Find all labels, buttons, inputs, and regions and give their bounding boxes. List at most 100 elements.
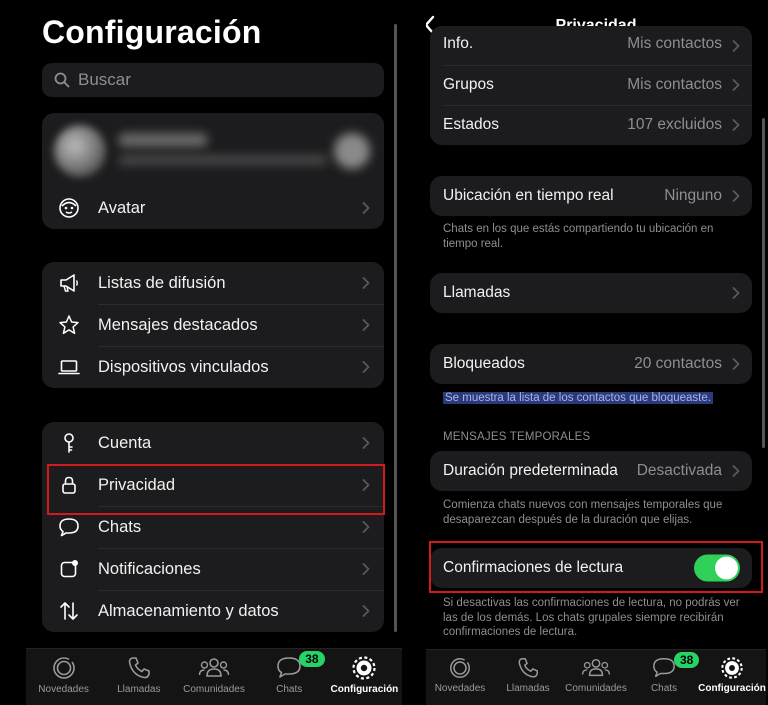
row-value: Mis contactos — [627, 76, 722, 93]
location-note: Chats en los que estás compartiendo tu u… — [443, 223, 714, 250]
search-input[interactable] — [78, 70, 358, 90]
row-label: Almacenamiento y datos — [98, 601, 279, 620]
qr-button-blurred[interactable] — [334, 133, 370, 169]
duration-note: Comienza chats nuevos con mensajes tempo… — [443, 499, 723, 526]
row-value: Ninguno — [664, 187, 722, 204]
notifications-row[interactable]: Notificaciones — [42, 548, 384, 590]
settings-icon — [352, 656, 377, 680]
tab-label: Comunidades — [183, 684, 245, 695]
search-icon — [54, 72, 70, 88]
blocked-note: Se muestra la lista de los contactos que… — [443, 391, 748, 406]
row-value: 107 excluidos — [627, 116, 722, 133]
scrollbar[interactable] — [762, 118, 765, 448]
linked-devices-row[interactable]: Dispositivos vinculados — [42, 346, 384, 388]
blocked-row[interactable]: Bloqueados 20 contactos — [430, 344, 752, 384]
community-icon — [198, 658, 230, 677]
status-icon — [450, 658, 470, 678]
row-label: Bloqueados — [443, 355, 525, 372]
live-location-row[interactable]: Ubicación en tiempo real Ninguno — [430, 176, 752, 216]
tab-label: Llamadas — [117, 684, 161, 695]
status-icon — [52, 657, 75, 679]
notification-icon — [58, 558, 80, 580]
profile-photo — [54, 125, 106, 177]
search-bar[interactable] — [42, 63, 384, 97]
chat-bubble-icon — [58, 516, 80, 538]
privacy-highlight-box — [47, 464, 385, 515]
temp-messages-section-header: MENSAJES TEMPORALES — [443, 431, 591, 443]
phone-icon — [518, 658, 538, 678]
chevron-right-icon — [732, 190, 740, 202]
calls-row[interactable]: Llamadas — [430, 273, 752, 313]
starred-messages-row[interactable]: Mensajes destacados — [42, 304, 384, 346]
phone-icon — [128, 657, 150, 679]
tab-label: Chats — [276, 684, 303, 695]
chevron-right-icon — [362, 202, 370, 214]
chevron-right-icon — [362, 277, 370, 289]
tab-comunidades[interactable]: Comunidades — [176, 649, 251, 705]
blocked-group: Bloqueados 20 contactos — [430, 344, 752, 384]
profile-group: Avatar — [42, 113, 384, 229]
laptop-icon — [58, 356, 80, 378]
tab-novedades[interactable]: Novedades — [26, 649, 101, 705]
key-icon — [58, 432, 80, 454]
status-row[interactable]: Estados 107 excluidos — [430, 105, 752, 145]
profile-card[interactable] — [42, 113, 384, 187]
broadcast-lists-row[interactable]: Listas de difusión — [42, 262, 384, 304]
chevron-right-icon — [362, 605, 370, 617]
settings-icon — [721, 657, 743, 679]
tab-configuracion[interactable]: Configuración — [327, 649, 402, 705]
tab-chats[interactable]: 38 Chats — [630, 650, 700, 705]
tab-label: Configuración — [330, 684, 399, 695]
tab-label: Novedades — [38, 684, 89, 695]
settings-screen: Configuración Avatar Listas de difusión — [26, 0, 402, 705]
storage-row[interactable]: Almacenamiento y datos — [42, 590, 384, 632]
community-icon — [581, 658, 611, 677]
temp-messages-group: Duración predeterminada Desactivada — [430, 451, 752, 491]
chevron-right-icon — [732, 119, 740, 131]
row-label: Listas de difusión — [98, 273, 226, 292]
chevron-right-icon — [362, 437, 370, 449]
default-duration-row[interactable]: Duración predeterminada Desactivada — [430, 451, 752, 491]
row-label: Mensajes destacados — [98, 315, 258, 334]
chevron-right-icon — [732, 358, 740, 370]
groups-row[interactable]: Grupos Mis contactos — [430, 65, 752, 105]
calls-group: Llamadas — [430, 273, 752, 313]
tab-label: Chats — [650, 683, 678, 694]
row-label: Notificaciones — [98, 559, 201, 578]
chevron-right-icon — [362, 361, 370, 373]
privacy-screen: Privacidad Info. Mis contactos Grupos Mi… — [426, 0, 766, 705]
chevron-right-icon — [732, 79, 740, 91]
row-label: Cuenta — [98, 433, 152, 452]
tab-configuracion[interactable]: Configuración — [698, 650, 766, 705]
chevron-right-icon — [362, 563, 370, 575]
avatar-row[interactable]: Avatar — [42, 187, 384, 229]
tab-bar: Novedades Llamadas Comunidades 38 Chats … — [426, 649, 766, 705]
tab-label: Llamadas — [506, 683, 550, 694]
read-receipts-highlight-box — [429, 541, 763, 593]
settings-group: Cuenta Privacidad Chats Notificaciones A… — [42, 422, 384, 632]
arrows-updown-icon — [58, 600, 80, 622]
tab-llamadas[interactable]: Llamadas — [494, 650, 562, 705]
chevron-right-icon — [732, 39, 740, 52]
chevron-right-icon — [732, 465, 740, 477]
scrollbar[interactable] — [394, 24, 397, 632]
account-row[interactable]: Cuenta — [42, 422, 384, 464]
avatar-icon — [58, 197, 80, 219]
row-label: Ubicación en tiempo real — [443, 187, 614, 204]
tab-comunidades[interactable]: Comunidades — [562, 650, 630, 705]
tab-llamadas[interactable]: Llamadas — [101, 649, 176, 705]
row-label: Duración predeterminada — [443, 462, 618, 479]
row-label: Dispositivos vinculados — [98, 357, 269, 376]
row-value: 20 contactos — [634, 355, 722, 372]
tab-label: Configuración — [698, 683, 766, 694]
row-label: Info. — [443, 35, 474, 52]
info-row[interactable]: Info. Mis contactos — [430, 26, 752, 65]
tab-novedades[interactable]: Novedades — [426, 650, 494, 705]
megaphone-icon — [58, 272, 80, 294]
tab-chats[interactable]: 38 Chats — [252, 649, 327, 705]
chevron-right-icon — [732, 287, 740, 299]
star-icon — [58, 314, 80, 336]
avatar-label: Avatar — [98, 198, 146, 217]
unread-badge: 38 — [299, 651, 325, 667]
tools-group: Listas de difusión Mensajes destacados D… — [42, 262, 384, 388]
